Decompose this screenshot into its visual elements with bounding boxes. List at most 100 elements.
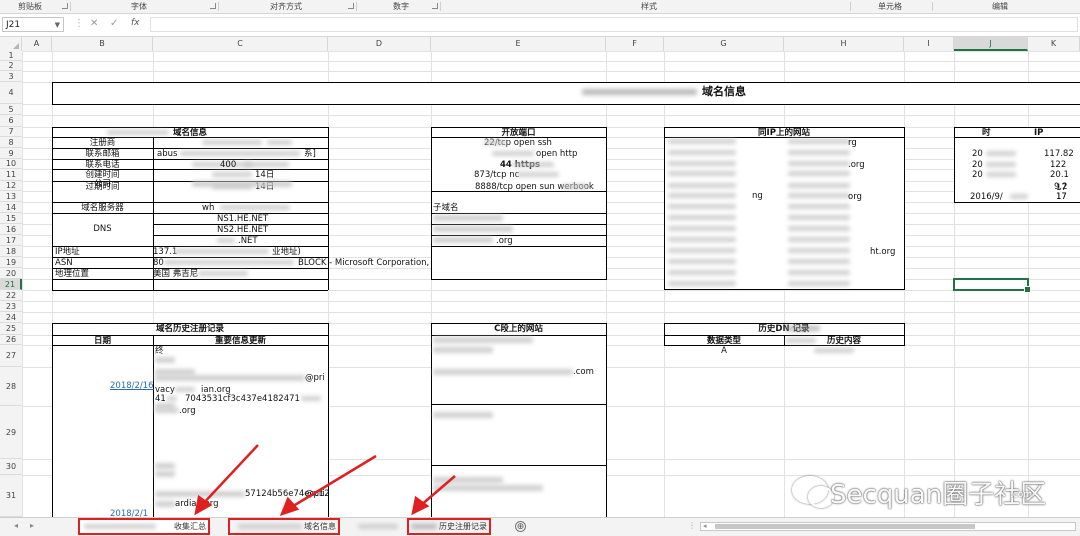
value-asn-suffix: BLOCK - Microsoft Corporation, US) (298, 258, 447, 268)
value-nameserver: wh (202, 203, 215, 213)
redacted-block (433, 337, 533, 343)
cancel-icon[interactable]: ✕ (90, 18, 98, 29)
horizontal-scrollbar[interactable]: ◂ (700, 522, 1076, 531)
value-created: 14日 (255, 170, 275, 180)
redacted-block (180, 151, 300, 156)
row-header-13[interactable]: 13 (0, 191, 22, 202)
row-header-20[interactable]: 20 (0, 268, 22, 279)
ribbon-separator (218, 2, 219, 11)
row-header-22[interactable]: 22 (0, 290, 22, 301)
redacted-block (517, 172, 559, 177)
redacted-block (155, 357, 175, 363)
tab-other[interactable] (356, 518, 402, 535)
insert-function-icon[interactable]: fx (131, 18, 140, 28)
history-note: ardian.org (175, 499, 219, 509)
column-header-h[interactable]: H (784, 37, 904, 51)
scroll-right-icon[interactable]: ▸ (30, 521, 34, 530)
column-header-e[interactable]: E (431, 37, 606, 51)
redacted-block (433, 226, 513, 232)
tab-split-handle[interactable]: ⋮ (688, 521, 696, 530)
ribbon-separator (440, 2, 441, 11)
row-header-26[interactable]: 26 (0, 335, 22, 345)
row-header-17[interactable]: 17 (0, 235, 22, 246)
redacted-block (788, 270, 850, 275)
row-header-31[interactable]: 31 (0, 475, 22, 517)
column-header-a[interactable]: A (22, 37, 52, 51)
row-header-3[interactable]: 3 (0, 71, 22, 82)
row-header-19[interactable]: 19 (0, 257, 22, 268)
select-all-button[interactable] (0, 37, 22, 51)
column-header-i[interactable]: I (904, 37, 954, 51)
row-header-5[interactable]: 5 (0, 104, 22, 115)
row-header-28[interactable]: 28 (0, 367, 22, 406)
row-header-9[interactable]: 9 (0, 148, 22, 159)
name-box[interactable]: J21 ▼ (2, 17, 64, 32)
value-email-suffix: 系] (304, 149, 316, 159)
row-header-10[interactable]: 10 (0, 159, 22, 169)
column-header-j[interactable]: J (954, 37, 1028, 51)
worksheet-grid[interactable]: 域名信息 域名信息 注册商 联系邮箱 联系电话 创建时间 过期时间 域名服务器 公司 DNS IP地… (22, 51, 1080, 517)
row-header-6[interactable]: 6 (0, 115, 22, 127)
row-header-8[interactable]: 8 (0, 137, 22, 148)
redacted-block (562, 184, 588, 189)
row-header-15[interactable]: 15 (0, 213, 22, 224)
scrollbar-thumb[interactable] (715, 524, 975, 529)
add-sheet-button[interactable]: ⊕ (515, 521, 526, 532)
redacted-block (668, 150, 736, 155)
row-header-23[interactable]: 23 (0, 301, 22, 312)
row-header-7[interactable]: 7 (0, 127, 22, 137)
scroll-arrow-left-icon[interactable]: ◂ (703, 522, 707, 530)
column-header-c[interactable]: C (153, 37, 328, 51)
redacted-block (164, 260, 294, 265)
chevron-down-icon[interactable]: ▼ (55, 18, 60, 33)
redacted-block (668, 270, 736, 275)
redacted-block (668, 226, 736, 231)
label-nameserver: 域名服务器 (81, 203, 124, 213)
row-header-1[interactable]: 1 (0, 51, 22, 61)
column-header-b[interactable]: B (52, 37, 153, 51)
redacted-block (788, 281, 850, 286)
c-segment-title: C段上的网站 (494, 324, 543, 334)
formula-input[interactable] (150, 17, 1078, 32)
row-header-25[interactable]: 25 (0, 323, 22, 335)
row-header-11[interactable]: 11 (0, 169, 22, 181)
enter-icon[interactable]: ✓ (110, 18, 118, 29)
redacted-block (788, 161, 850, 166)
row-header-29[interactable]: 29 (0, 406, 22, 459)
font-launcher-icon[interactable] (210, 3, 216, 9)
dns-type-header: 数据类型 (706, 336, 741, 346)
label-phone: 联系电话 (85, 160, 120, 170)
column-header-g[interactable]: G (664, 37, 784, 51)
row-header-24[interactable]: 24 (0, 312, 22, 323)
ribbon-separator (932, 2, 933, 11)
redacted-block (786, 338, 816, 343)
table-border (431, 335, 606, 336)
row-header-12[interactable]: 12 (0, 181, 22, 191)
row-header-27[interactable]: 27 (0, 345, 22, 367)
column-header-k[interactable]: K (1028, 37, 1080, 51)
column-header-d[interactable]: D (328, 37, 431, 51)
history-date: 2018/2/1 (110, 509, 149, 517)
row-header-14[interactable]: 14 (0, 202, 22, 213)
gridline (22, 115, 1080, 116)
date-header: 日期 (93, 336, 111, 346)
label-email: 联系邮箱 (85, 149, 120, 159)
row-header-30[interactable]: 30 (0, 459, 22, 475)
row-header-16[interactable]: 16 (0, 224, 22, 235)
alignment-launcher-icon[interactable] (348, 3, 354, 9)
subdomain-label: 子域名 (433, 203, 459, 213)
row-header-21[interactable]: 21 (0, 279, 22, 290)
row-header-2[interactable]: 2 (0, 61, 22, 71)
clipboard-launcher-icon[interactable] (62, 3, 68, 9)
same-ip-item: ht.org (870, 247, 896, 257)
redacted-block (668, 281, 736, 286)
redacted-block (433, 485, 543, 491)
column-header-f[interactable]: F (606, 37, 664, 51)
row-header-4[interactable]: 4 (0, 82, 22, 104)
row-header-18[interactable]: 18 (0, 246, 22, 257)
number-launcher-icon[interactable] (432, 3, 438, 9)
scroll-left-icon[interactable]: ◂ (14, 521, 18, 530)
value-phone: 400 (220, 160, 237, 170)
time-value: 20 (972, 160, 983, 170)
selected-cell[interactable] (953, 278, 1031, 293)
